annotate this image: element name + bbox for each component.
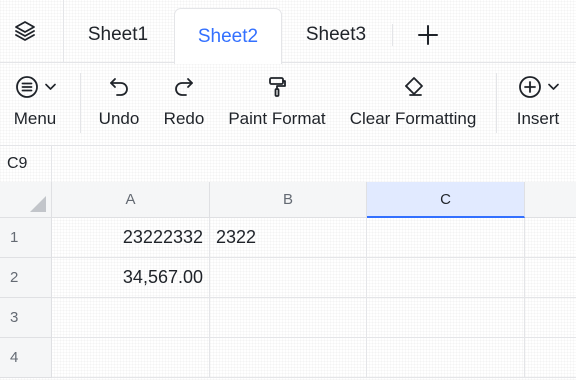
menu-label: Menu bbox=[13, 109, 57, 128]
cell-c3[interactable] bbox=[367, 298, 525, 338]
cell-b3[interactable] bbox=[210, 298, 367, 338]
cell-a2[interactable]: 34,567.00 bbox=[52, 258, 210, 298]
cell-d2[interactable] bbox=[525, 258, 576, 298]
clear-formatting-button[interactable]: Clear Formatting bbox=[344, 63, 482, 145]
cell-b2[interactable] bbox=[210, 258, 367, 298]
layers-button[interactable] bbox=[0, 0, 50, 62]
chevron-down-icon bbox=[547, 83, 559, 91]
insert-button[interactable]: Insert bbox=[508, 63, 568, 145]
redo-icon bbox=[172, 75, 196, 99]
paint-format-button[interactable]: Paint Format bbox=[224, 63, 330, 145]
column-header-empty bbox=[525, 182, 576, 218]
column-header-c[interactable]: C bbox=[367, 182, 525, 218]
undo-label: Undo bbox=[98, 109, 140, 128]
tab-sheet2[interactable]: Sheet2 bbox=[174, 8, 282, 64]
insert-icon-group bbox=[508, 74, 568, 100]
redo-label: Redo bbox=[163, 109, 205, 128]
clear-formatting-label: Clear Formatting bbox=[349, 109, 477, 128]
row-header-1[interactable]: 1 bbox=[0, 218, 52, 258]
menu-button[interactable]: Menu bbox=[4, 63, 66, 145]
insert-label: Insert bbox=[516, 109, 560, 128]
select-all-corner[interactable] bbox=[0, 182, 52, 218]
cell-a1[interactable]: 23222332 bbox=[52, 218, 210, 258]
name-box[interactable]: C9 bbox=[0, 146, 52, 182]
cell-c1[interactable] bbox=[367, 218, 525, 258]
row-header-3[interactable]: 3 bbox=[0, 298, 52, 338]
plus-circle-icon bbox=[518, 75, 542, 99]
toolbar-separator bbox=[80, 73, 81, 133]
column-header-b[interactable]: B bbox=[210, 182, 367, 218]
redo-icon-group bbox=[158, 74, 210, 100]
tab-divider bbox=[392, 24, 393, 46]
toolbar-separator bbox=[496, 73, 497, 133]
cell-a3[interactable] bbox=[52, 298, 210, 338]
cell-b4[interactable] bbox=[210, 338, 367, 378]
formula-input[interactable] bbox=[52, 146, 576, 182]
eraser-icon bbox=[401, 75, 425, 99]
layers-icon bbox=[13, 19, 37, 43]
redo-button[interactable]: Redo bbox=[158, 63, 210, 145]
add-sheet-button[interactable] bbox=[413, 20, 443, 50]
menu-icon-group bbox=[4, 74, 66, 100]
menu-icon bbox=[15, 75, 39, 99]
sheet-tab-bar: Sheet1 Sheet2 Sheet3 bbox=[0, 0, 576, 64]
paint-format-label: Paint Format bbox=[228, 109, 326, 128]
spreadsheet-grid: A B C 1 23222332 2322 2 34,567.00 3 4 bbox=[0, 182, 576, 380]
row-header-4[interactable]: 4 bbox=[0, 338, 52, 378]
tab-sheet3[interactable]: Sheet3 bbox=[288, 8, 384, 62]
undo-icon-group bbox=[92, 74, 146, 100]
toolbar: Menu Undo Redo Paint Format Clear Format… bbox=[0, 63, 576, 146]
cell-c4[interactable] bbox=[367, 338, 525, 378]
undo-button[interactable]: Undo bbox=[92, 63, 146, 145]
paint-roller-icon bbox=[265, 75, 289, 99]
row-header-2[interactable]: 2 bbox=[0, 258, 52, 298]
paint-format-icon-group bbox=[224, 74, 330, 100]
cell-a4[interactable] bbox=[52, 338, 210, 378]
cell-d3[interactable] bbox=[525, 298, 576, 338]
tab-separator bbox=[63, 0, 64, 62]
cell-b1[interactable]: 2322 bbox=[210, 218, 367, 258]
clear-formatting-icon-group bbox=[344, 74, 482, 100]
undo-icon bbox=[107, 75, 131, 99]
cell-d4[interactable] bbox=[525, 338, 576, 378]
formula-bar: C9 bbox=[0, 146, 576, 183]
column-header-a[interactable]: A bbox=[52, 182, 210, 218]
chevron-down-icon bbox=[44, 83, 56, 91]
tab-sheet1[interactable]: Sheet1 bbox=[70, 8, 166, 62]
cell-d1[interactable] bbox=[525, 218, 576, 258]
cell-c2[interactable] bbox=[367, 258, 525, 298]
plus-icon bbox=[416, 23, 440, 47]
